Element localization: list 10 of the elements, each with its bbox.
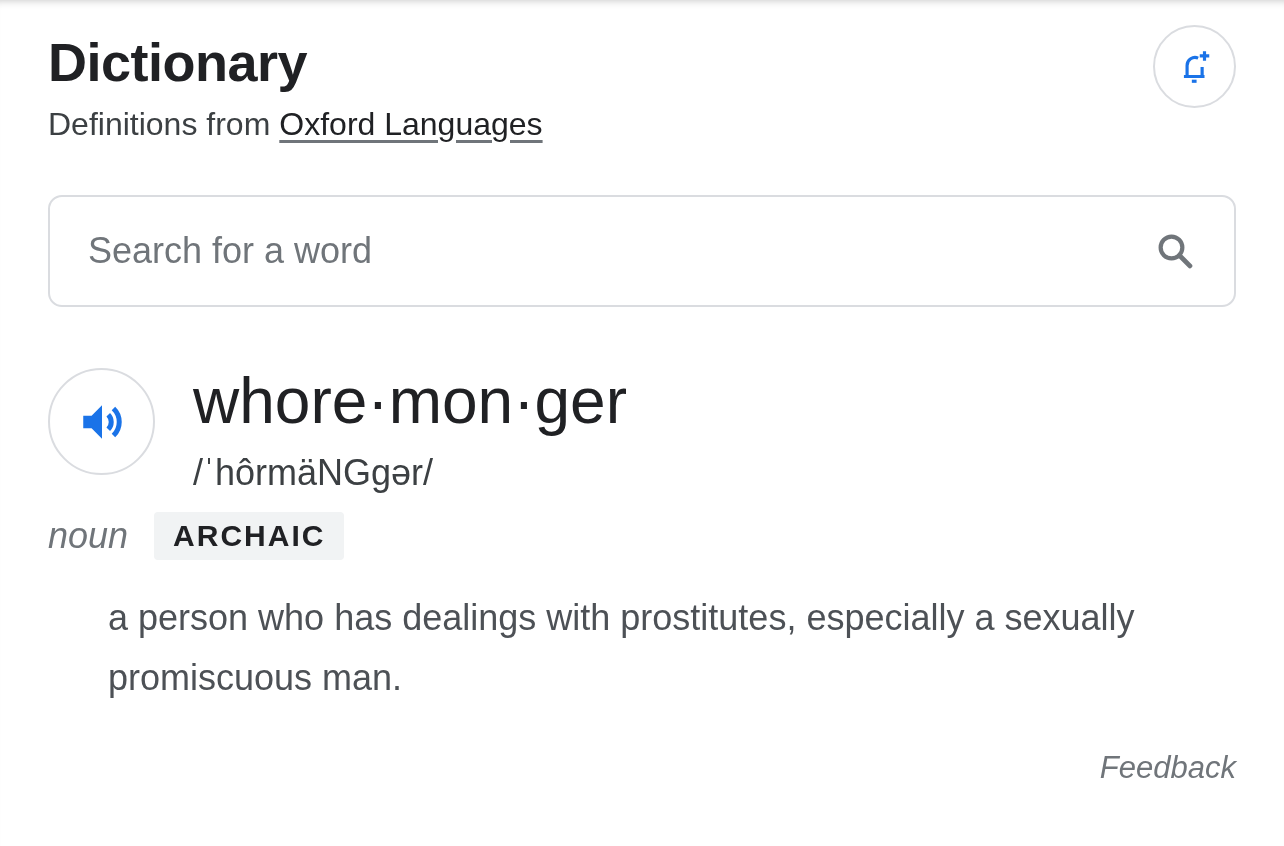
search-field[interactable]: Search for a word <box>48 195 1236 307</box>
dictionary-title: Dictionary <box>48 31 309 94</box>
feedback-link[interactable]: Feedback <box>1099 750 1236 785</box>
headword: whore·mon·ger <box>193 366 627 436</box>
source-label: Definitions from <box>48 106 271 143</box>
source-link[interactable]: Oxford Languages <box>279 106 543 143</box>
usage-label: ARCHAIC <box>154 512 345 560</box>
pronunciation: /ˈhôrmäNGgər/ <box>193 452 435 494</box>
part-of-speech: noun <box>48 515 129 557</box>
definition-text: a person who has dealings with prostitutes, especially a sexually promiscuous man. <box>108 596 1136 700</box>
